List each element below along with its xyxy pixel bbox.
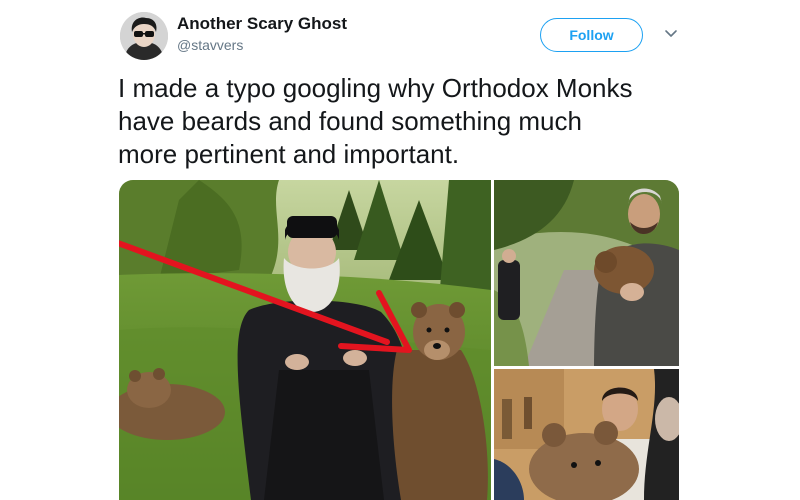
follow-button[interactable]: Follow: [540, 18, 643, 52]
photo-man-with-bear-indoors[interactable]: [494, 369, 679, 500]
author-handle[interactable]: @stavvers: [177, 37, 243, 53]
photo-man-holding-cub[interactable]: [494, 180, 679, 366]
author-name[interactable]: Another Scary Ghost: [177, 14, 347, 34]
media-grid: [119, 180, 679, 500]
avatar-image: [120, 12, 168, 60]
tweet: Another Scary Ghost @stavvers Follow I m…: [0, 0, 800, 500]
avatar[interactable]: [120, 12, 168, 60]
tweet-text: I made a typo googling why Orthodox Monk…: [118, 73, 633, 169]
chevron-down-icon[interactable]: [663, 28, 679, 40]
photo-monk-with-bears[interactable]: [119, 180, 491, 500]
